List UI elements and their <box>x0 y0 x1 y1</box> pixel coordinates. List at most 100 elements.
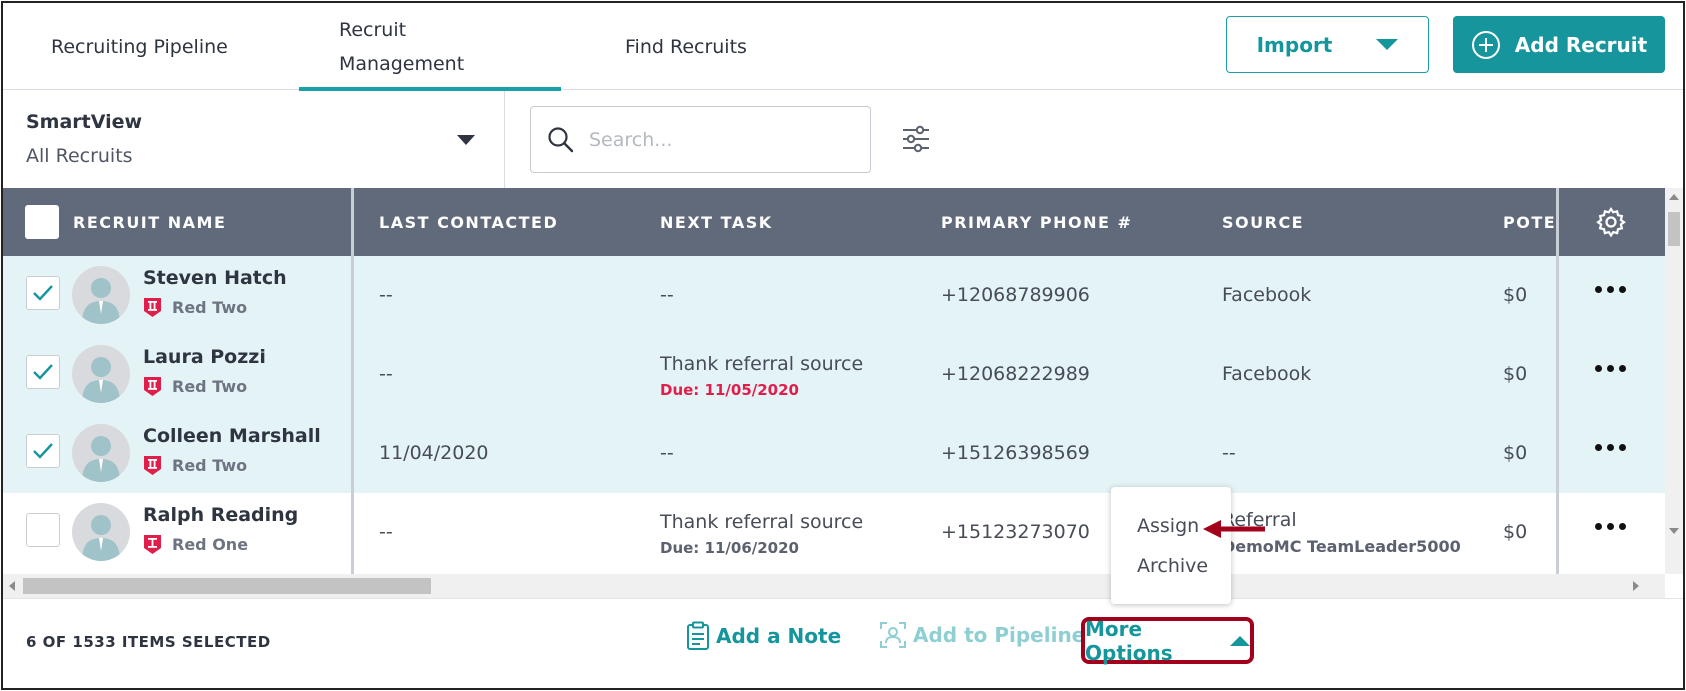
column-header-primary-phone[interactable]: PRIMARY PHONE # <box>941 188 1132 256</box>
last-contacted-cell: -- <box>379 521 393 543</box>
chevron-up-icon <box>1230 635 1250 646</box>
row-checkbox[interactable] <box>26 355 60 389</box>
gear-icon[interactable] <box>1595 206 1627 238</box>
smartview-select[interactable]: SmartView All Recruits <box>3 91 505 188</box>
top-nav: Recruiting Pipeline Recruit Management F… <box>3 3 1683 91</box>
rank-two-badge-icon <box>144 377 161 396</box>
tab-recruiting-pipeline[interactable]: Recruiting Pipeline <box>51 3 228 90</box>
table-header: RECRUIT NAME LAST CONTACTED NEXT TASK PR… <box>3 188 1665 256</box>
recruit-name-link[interactable]: Colleen Marshall <box>143 425 321 447</box>
selection-count: 6 OF 1533 ITEMS SELECTED <box>26 633 271 651</box>
rank-text: Red Two <box>172 377 248 396</box>
phone-cell: +12068789906 <box>941 284 1090 306</box>
potential-cell: $0 <box>1503 284 1528 306</box>
check-icon <box>33 285 53 301</box>
horizontal-scroll-thumb[interactable] <box>23 578 431 594</box>
horizontal-scrollbar[interactable] <box>3 574 1665 598</box>
bulk-action-bar: 6 OF 1533 ITEMS SELECTED Add a Note Add … <box>3 598 1683 688</box>
vertical-scrollbar[interactable] <box>1665 188 1683 574</box>
potential-cell: $0 <box>1503 363 1528 385</box>
recruit-name-link[interactable]: Laura Pozzi <box>143 346 266 368</box>
frozen-column-divider <box>351 188 354 574</box>
task-due-date: Due: 11/05/2020 <box>660 381 799 399</box>
scroll-down-icon[interactable] <box>1669 528 1679 534</box>
chevron-down-icon <box>1376 39 1399 50</box>
row-more-icon[interactable] <box>1595 365 1626 372</box>
import-label: Import <box>1256 32 1333 57</box>
potential-cell: $0 <box>1503 442 1528 464</box>
smartview-title: SmartView <box>26 111 143 133</box>
next-task-cell: -- <box>660 442 674 464</box>
clipboard-icon <box>687 621 709 650</box>
next-task-text: Thank referral source <box>660 511 864 533</box>
recruit-name-link[interactable]: Ralph Reading <box>143 504 298 526</box>
column-header-potential[interactable]: POTE <box>1503 188 1555 256</box>
more-options-label: More Options <box>1085 616 1173 665</box>
tab-label: Recruit Management <box>339 18 465 75</box>
last-contacted-cell: -- <box>379 284 393 306</box>
app-frame: Recruiting Pipeline Recruit Management F… <box>1 1 1685 690</box>
table-row[interactable]: Steven Hatch Red Two -- -- +12068789906 … <box>3 256 1665 335</box>
filter-sliders-icon[interactable] <box>900 123 932 155</box>
row-checkbox[interactable] <box>26 434 60 468</box>
add-to-pipeline-button[interactable]: Add to Pipeline <box>879 621 1085 649</box>
tab-recruit-management[interactable]: Recruit Management <box>299 3 561 91</box>
column-header-last-contacted[interactable]: LAST CONTACTED <box>379 188 558 256</box>
tab-label: Recruiting Pipeline <box>51 35 228 58</box>
tab-label: Find Recruits <box>625 35 747 58</box>
rank-label: Red Two <box>143 376 247 397</box>
scroll-left-icon[interactable] <box>9 581 15 591</box>
add-to-pipeline-label: Add to Pipeline <box>913 623 1086 647</box>
menu-item-archive[interactable]: Archive <box>1137 555 1208 577</box>
table-row[interactable]: Laura Pozzi Red Two -- Thank referral so… <box>3 335 1665 414</box>
rank-label: Red One <box>143 534 248 555</box>
row-checkbox[interactable] <box>26 276 60 310</box>
add-recruit-button[interactable]: Add Recruit <box>1453 16 1665 73</box>
more-options-button[interactable]: More Options <box>1081 616 1254 665</box>
phone-cell: +15126398569 <box>941 442 1090 464</box>
next-task-cell: -- <box>660 284 674 306</box>
check-icon <box>33 364 53 380</box>
chevron-down-icon <box>457 135 475 145</box>
recruit-table: RECRUIT NAME LAST CONTACTED NEXT TASK PR… <box>3 188 1665 574</box>
table-row[interactable]: Colleen Marshall Red Two 11/04/2020 -- +… <box>3 414 1665 493</box>
next-task-cell: Thank referral source Due: 11/06/2020 <box>660 511 863 557</box>
source-cell: -- <box>1222 442 1236 464</box>
phone-cell: +12068222989 <box>941 363 1090 385</box>
add-recruit-label: Add Recruit <box>1514 32 1648 57</box>
source-cell: Facebook <box>1222 284 1312 306</box>
scroll-up-icon[interactable] <box>1669 194 1679 200</box>
row-more-icon[interactable] <box>1595 523 1626 530</box>
row-more-icon[interactable] <box>1595 444 1626 451</box>
rank-two-badge-icon <box>144 298 161 317</box>
table-row[interactable]: Ralph Reading Red One -- Thank referral … <box>3 493 1665 572</box>
person-silhouette-icon <box>82 357 120 403</box>
import-button[interactable]: Import <box>1226 16 1429 73</box>
row-more-icon[interactable] <box>1595 286 1626 293</box>
column-header-source[interactable]: SOURCE <box>1222 188 1304 256</box>
search-input[interactable] <box>589 128 839 151</box>
add-note-label: Add a Note <box>716 624 842 648</box>
row-checkbox[interactable] <box>26 513 60 547</box>
search-box <box>530 106 871 173</box>
recruit-name-link[interactable]: Steven Hatch <box>143 267 287 289</box>
scroll-right-icon[interactable] <box>1633 581 1639 591</box>
tab-find-recruits[interactable]: Find Recruits <box>625 3 747 90</box>
search-icon <box>548 126 574 152</box>
select-all-checkbox[interactable] <box>25 205 59 239</box>
rank-text: Red Two <box>172 298 248 317</box>
menu-item-assign[interactable]: Assign <box>1137 515 1199 537</box>
column-header-recruit-name[interactable]: RECRUIT NAME <box>73 188 226 256</box>
check-icon <box>33 443 53 459</box>
column-header-next-task[interactable]: NEXT TASK <box>660 188 773 256</box>
more-options-menu: Assign Archive <box>1111 487 1231 604</box>
smartview-value: All Recruits <box>26 145 133 167</box>
avatar <box>72 503 130 561</box>
next-task-text: Thank referral source <box>660 353 864 375</box>
avatar <box>72 345 130 403</box>
plus-circle-icon <box>1471 30 1500 59</box>
phone-cell: +15123273070 <box>941 521 1090 543</box>
vertical-scroll-thumb[interactable] <box>1668 212 1680 246</box>
add-note-button[interactable]: Add a Note <box>686 621 841 651</box>
person-silhouette-icon <box>82 278 120 324</box>
